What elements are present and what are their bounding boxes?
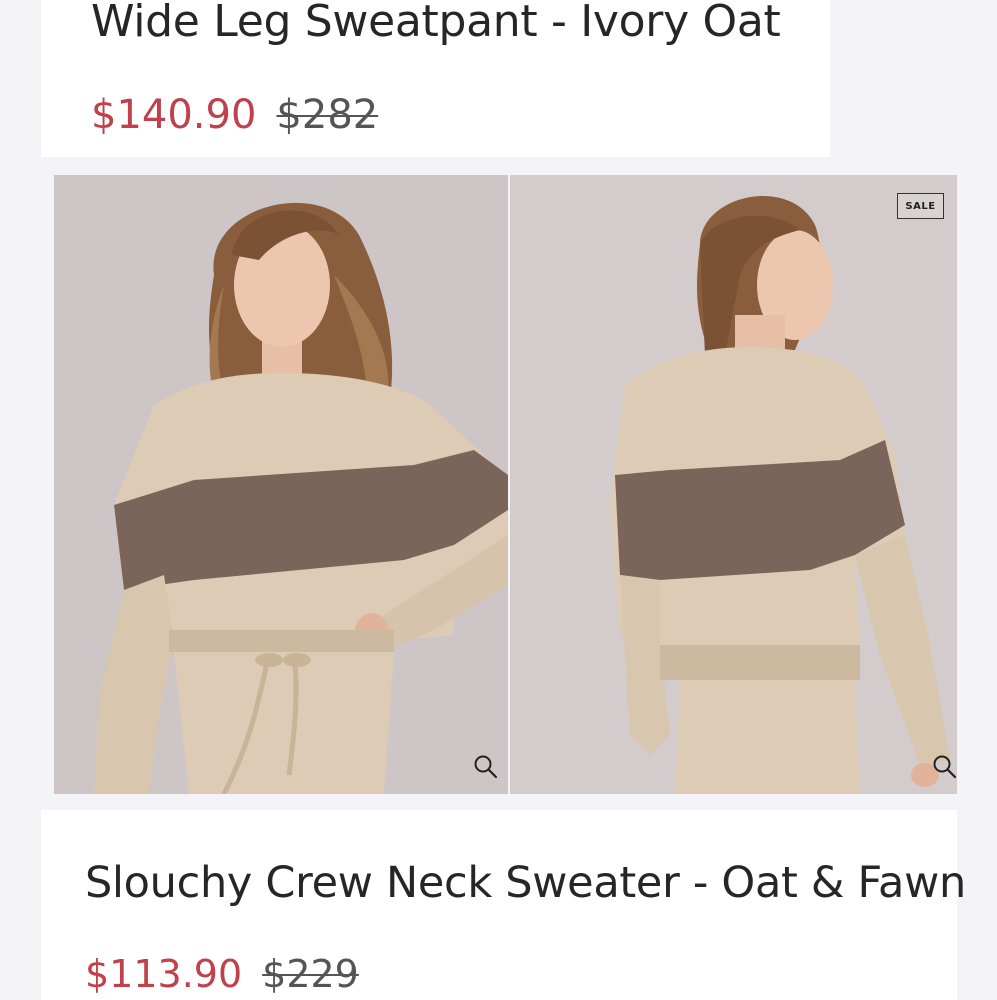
original-price: $229 (262, 952, 359, 996)
magnifier-icon (474, 755, 498, 779)
price-row: $140.90 $282 (91, 92, 378, 138)
product-image-gallery[interactable]: SALE (54, 175, 957, 794)
sale-badge: SALE (897, 193, 944, 219)
original-price: $282 (276, 92, 379, 138)
product-card-slouchy-crew-neck-sweater[interactable]: Slouchy Crew Neck Sweater - Oat & Fawn $… (41, 810, 966, 1000)
sale-price: $113.90 (85, 952, 243, 996)
price-row: $113.90 $229 (85, 952, 359, 996)
zoom-button[interactable] (931, 753, 957, 781)
sale-price: $140.90 (91, 92, 257, 138)
product-image-back[interactable]: SALE (510, 175, 957, 794)
product-card-wide-leg-sweatpant[interactable]: Wide Leg Sweatpant - Ivory Oat $140.90 $2… (41, 0, 830, 157)
product-title[interactable]: Slouchy Crew Neck Sweater - Oat & Fawn (85, 858, 966, 908)
magnifier-icon (933, 755, 957, 779)
zoom-button[interactable] (472, 753, 500, 781)
product-image-front[interactable] (54, 175, 508, 794)
product-title[interactable]: Wide Leg Sweatpant - Ivory Oat (91, 0, 781, 47)
